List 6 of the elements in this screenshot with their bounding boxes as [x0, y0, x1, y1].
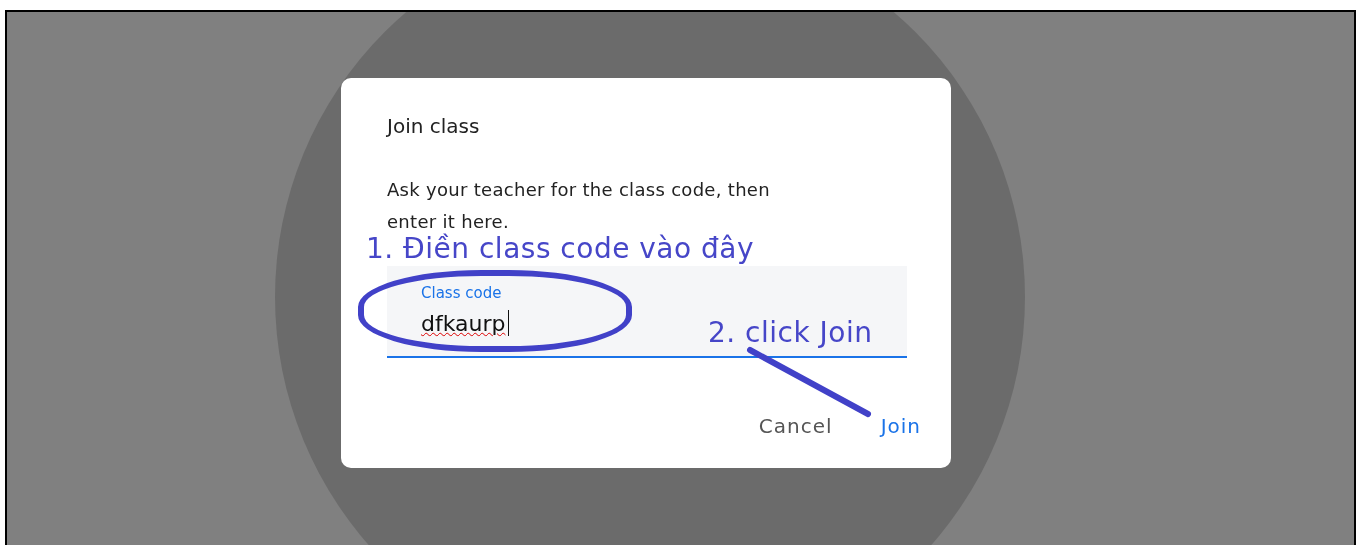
cancel-button[interactable]: Cancel	[758, 414, 833, 438]
join-button[interactable]: Join	[880, 414, 921, 438]
dialog-message: Ask your teacher for the class code, then enter it here.	[387, 178, 771, 233]
annotation-text: 2. click Join	[708, 316, 873, 349]
dialog-title: Join class	[387, 114, 481, 138]
annotation-text: 1. Điền class code vào đây	[366, 232, 755, 265]
